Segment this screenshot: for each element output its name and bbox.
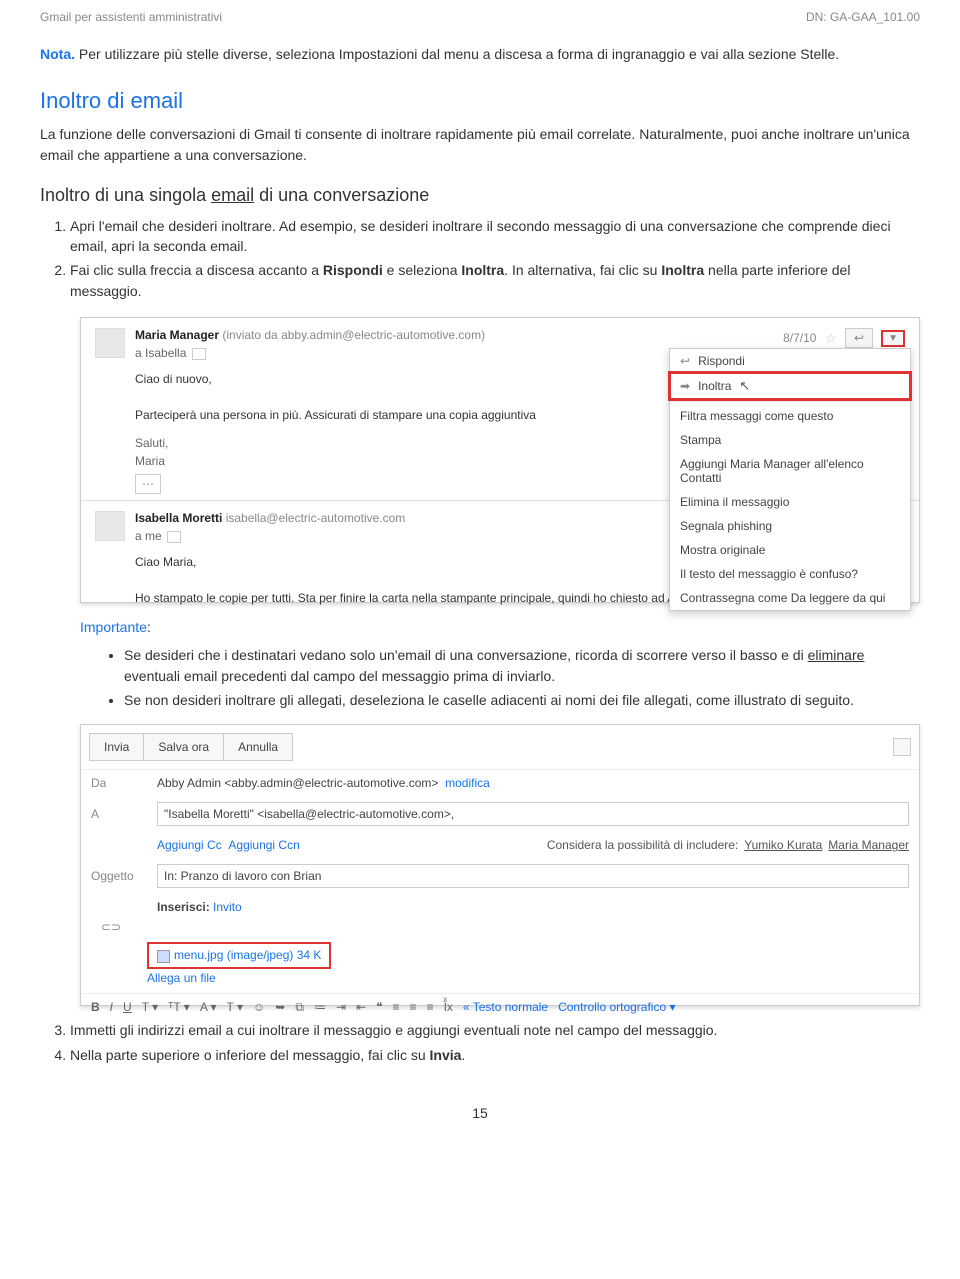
numbered-list-button[interactable]: ⧉ xyxy=(295,1000,304,1015)
menu-reply[interactable]: ↩Rispondi xyxy=(670,349,910,373)
highlight-button[interactable]: T ▾ xyxy=(227,1000,243,1014)
menu-show-original[interactable]: Mostra originale xyxy=(670,538,910,562)
edit-from-link[interactable]: modifica xyxy=(445,776,490,790)
align-left-button[interactable]: ≡ xyxy=(393,1000,400,1014)
attachment-chip[interactable]: menu.jpg (image/jpeg) 34 K xyxy=(147,942,331,968)
section-heading: Inoltro di email xyxy=(40,88,920,114)
detail-dropdown-icon[interactable] xyxy=(167,531,181,543)
align-right-button[interactable]: ≡ xyxy=(427,1000,434,1014)
color-button[interactable]: A ▾ xyxy=(200,1000,217,1014)
step-4: Nella parte superiore o inferiore del me… xyxy=(70,1045,920,1065)
message-actions-menu: ↩Rispondi ➡Inoltra ↖ Filtra messaggi com… xyxy=(669,348,911,611)
note-label: Nota. xyxy=(40,46,75,62)
attach-file-link[interactable]: Allega un file xyxy=(147,971,919,985)
important-item-1: Se desideri che i destinatari vedano sol… xyxy=(124,645,920,686)
suggest-2[interactable]: Maria Manager xyxy=(828,838,909,852)
from-value: Abby Admin <abby.admin@electric-automoti… xyxy=(157,776,909,790)
formatting-toolbar: B I U T ▾ ᵀT ▾ A ▾ T ▾ ☺ ➥ ⧉ ≔ ⇥ ⇤ ❝ ≡ ≡… xyxy=(81,993,919,1021)
reply-button[interactable]: ↩ xyxy=(845,328,873,348)
menu-forward[interactable]: ➡Inoltra ↖ xyxy=(670,373,910,399)
underline-button[interactable]: U xyxy=(123,1000,132,1014)
screenshot-email-dropdown: 8/7/10 ☆ ↩ ▼ Maria Manager (inviato da a… xyxy=(80,317,920,603)
menu-add-contact[interactable]: Aggiungi Maria Manager all'elenco Contat… xyxy=(670,452,910,490)
step-1: Apri l'email che desideri inoltrare. Ad … xyxy=(70,216,920,257)
spellcheck-link[interactable]: Controllo ortografico ▾ xyxy=(558,1000,675,1014)
subject-label: Oggetto xyxy=(91,869,147,883)
detail-dropdown-icon[interactable] xyxy=(192,348,206,360)
reply-icon: ↩ xyxy=(680,354,690,368)
menu-filter[interactable]: Filtra messaggi come questo xyxy=(670,404,910,428)
cursor-icon: ↖ xyxy=(739,378,750,394)
avatar xyxy=(95,511,125,541)
attachment-icon: ⊂⊃ xyxy=(101,920,157,934)
menu-mark-unread[interactable]: Contrassegna come Da leggere da qui xyxy=(670,586,910,610)
compose-toolbar: Invia Salva ora Annulla xyxy=(81,725,919,770)
menu-delete[interactable]: Elimina il messaggio xyxy=(670,490,910,514)
header-left: Gmail per assistenti amministrativi xyxy=(40,10,222,24)
from-label: Da xyxy=(91,776,147,790)
bullet-list-button[interactable]: ≔ xyxy=(314,1000,326,1014)
insert-invite-link[interactable]: Invito xyxy=(213,900,242,914)
note-paragraph: Nota. Per utilizzare più stelle diverse,… xyxy=(40,44,920,64)
link-button[interactable]: ➥ xyxy=(275,1000,285,1014)
subject-input[interactable]: In: Pranzo di lavoro con Brian xyxy=(157,864,909,888)
menu-phishing[interactable]: Segnala phishing xyxy=(670,514,910,538)
menu-garbled[interactable]: Il testo del messaggio è confuso? xyxy=(670,562,910,586)
suggest-1[interactable]: Yumiko Kurata xyxy=(744,838,822,852)
add-bcc-link[interactable]: Aggiungi Ccn xyxy=(228,838,299,852)
doc-header: Gmail per assistenti amministrativi DN: … xyxy=(40,10,920,24)
cancel-button[interactable]: Annulla xyxy=(223,733,293,761)
insert-row: Inserisci: Invito xyxy=(157,900,909,914)
size-button[interactable]: ᵀT ▾ xyxy=(168,1000,190,1014)
menu-print[interactable]: Stampa xyxy=(670,428,910,452)
emoji-button[interactable]: ☺ xyxy=(253,1000,265,1014)
header-right: DN: GA-GAA_101.00 xyxy=(806,10,920,24)
forward-icon: ➡ xyxy=(680,379,690,393)
remove-format-button[interactable]: Iͯx xyxy=(444,1000,453,1014)
bold-button[interactable]: B xyxy=(91,1000,100,1014)
important-list: Se desideri che i destinatari vedano sol… xyxy=(106,645,920,710)
suggested-recipients: Considera la possibilità di includere:Yu… xyxy=(547,838,909,852)
more-dropdown-button[interactable]: ▼ xyxy=(881,330,905,347)
expand-trimmed-icon[interactable]: ⋯ xyxy=(135,474,161,494)
screenshot-compose: Invia Salva ora Annulla Da Abby Admin <a… xyxy=(80,724,920,1006)
attachment-checkbox[interactable] xyxy=(157,950,170,963)
to-label: A xyxy=(91,807,147,821)
add-cc-link[interactable]: Aggiungi Cc xyxy=(157,838,222,852)
indent-less-button[interactable]: ⇥ xyxy=(336,1000,346,1014)
avatar xyxy=(95,328,125,358)
quote-button[interactable]: ❝ xyxy=(376,1000,382,1014)
step-3: Immetti gli indirizzi email a cui inoltr… xyxy=(70,1020,920,1040)
important-item-2: Se non desideri inoltrare gli allegati, … xyxy=(124,690,920,710)
important-block: Importante: xyxy=(80,617,920,637)
save-now-button[interactable]: Salva ora xyxy=(143,733,224,761)
intro-paragraph: La funzione delle conversazioni di Gmail… xyxy=(40,124,920,165)
steps-list-1: Apri l'email che desideri inoltrare. Ad … xyxy=(52,216,920,301)
popout-icon[interactable] xyxy=(893,738,911,756)
email-date: 8/7/10 xyxy=(783,331,816,345)
align-center-button[interactable]: ≡ xyxy=(410,1000,417,1014)
plain-text-link[interactable]: « Testo normale xyxy=(463,1000,548,1014)
subsection-heading: Inoltro di una singola email di una conv… xyxy=(40,185,920,206)
to-input[interactable]: "Isabella Moretti" <isabella@electric-au… xyxy=(157,802,909,826)
steps-list-2: Immetti gli indirizzi email a cui inoltr… xyxy=(52,1020,920,1065)
page-number: 15 xyxy=(40,1105,920,1121)
step-2: Fai clic sulla freccia a discesa accanto… xyxy=(70,260,920,301)
indent-more-button[interactable]: ⇤ xyxy=(356,1000,366,1014)
italic-button[interactable]: I xyxy=(110,1000,113,1014)
send-button[interactable]: Invia xyxy=(89,733,144,761)
star-icon[interactable]: ☆ xyxy=(824,330,837,347)
font-button[interactable]: T ▾ xyxy=(142,1000,158,1014)
